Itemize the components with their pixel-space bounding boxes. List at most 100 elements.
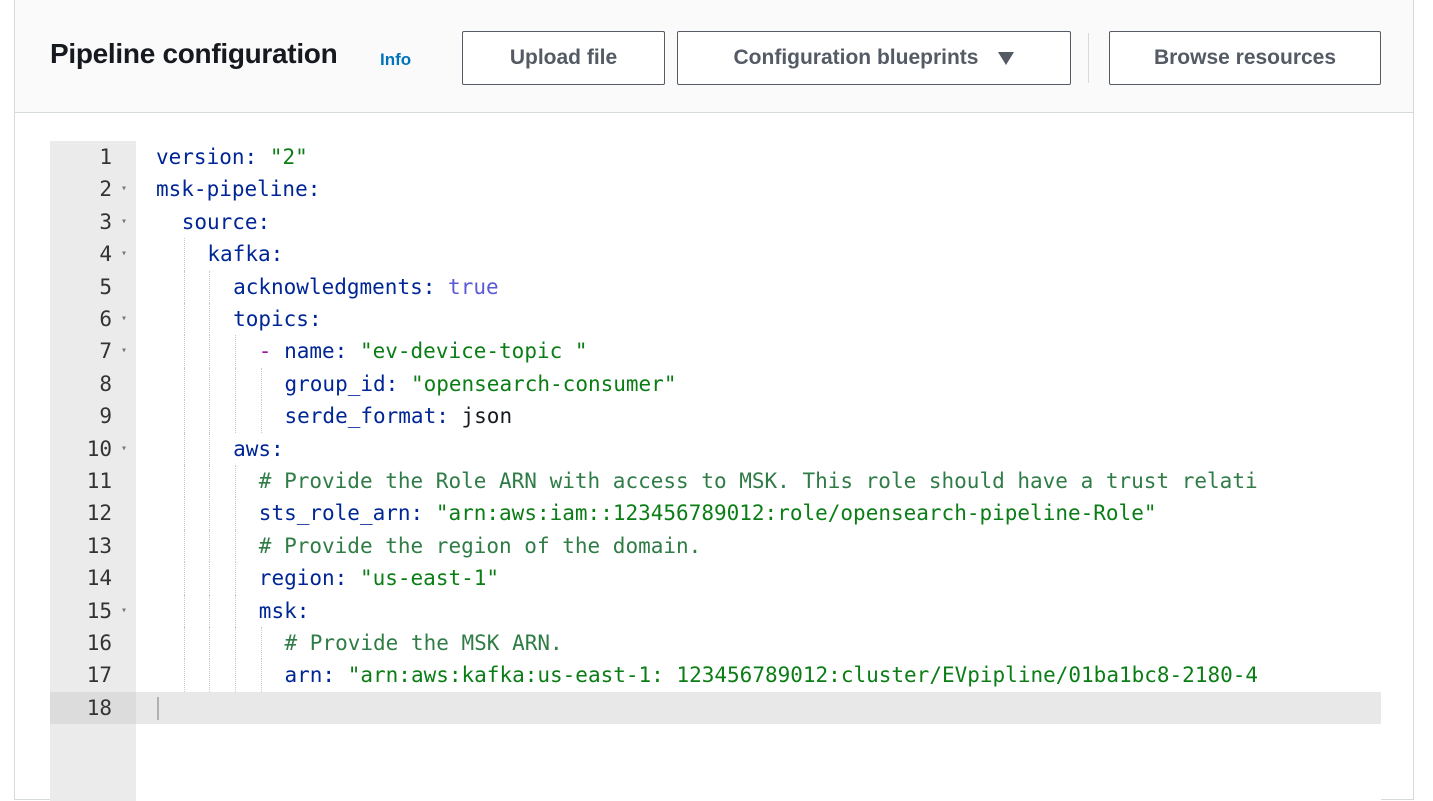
code-text: aws: (233, 433, 284, 465)
fold-toggle-icon[interactable]: ▾ (121, 206, 127, 238)
indent-guide (209, 465, 211, 498)
line-number-cell: 5 (50, 271, 136, 303)
indent-guide (183, 594, 185, 627)
indent-guide (183, 432, 185, 465)
indent-guide (209, 303, 211, 336)
code-token: "opensearch-consumer" (410, 371, 677, 396)
indent-guide (183, 335, 185, 368)
indent-guide (183, 465, 185, 498)
code-token: kafka: (207, 242, 284, 267)
indent-guide (183, 627, 185, 660)
toolbar-divider (1088, 33, 1089, 83)
code-line[interactable]: 2 ▾ msk-pipeline: (50, 173, 1381, 205)
code-token: msk: (258, 598, 310, 623)
configuration-blueprints-dropdown[interactable]: Configuration blueprints (677, 31, 1071, 85)
code-line[interactable]: 10 ▾ aws: (50, 432, 1381, 465)
code-text: msk-pipeline: (156, 173, 320, 205)
line-number: 12 (86, 501, 112, 526)
code-line[interactable]: 14 region: "us-east-1" (50, 562, 1381, 595)
browse-resources-button[interactable]: Browse resources (1109, 31, 1381, 85)
indent-guide (235, 465, 237, 498)
code-token: - (258, 339, 285, 364)
code-text: source: (182, 206, 271, 238)
line-number-cell: 2 ▾ (50, 173, 136, 205)
code-token: group_id: (284, 371, 399, 396)
line-number-cell: 12 (50, 497, 136, 529)
code-token: arn: (284, 663, 336, 688)
line-number: 3 (99, 209, 112, 234)
fold-toggle-icon[interactable]: ▾ (121, 303, 127, 335)
code-token: serde_format: (284, 404, 449, 429)
code-text: acknowledgments: true (233, 271, 499, 303)
code-token: # Provide the region of the domain. (258, 533, 702, 558)
code-line[interactable]: 9 serde_format: json (50, 400, 1381, 433)
line-number-cell: 11 (50, 465, 136, 497)
code-line[interactable]: 18 (50, 691, 1381, 725)
line-number: 9 (99, 404, 112, 429)
code-line[interactable]: 5 acknowledgments: true (50, 270, 1381, 303)
code-line[interactable]: 6 ▾ topics: (50, 303, 1381, 336)
line-number-cell: 6 ▾ (50, 303, 136, 335)
upload-file-button[interactable]: Upload file (462, 31, 665, 85)
line-number-cell: 9 (50, 400, 136, 432)
indent-guide (209, 529, 211, 563)
code-line[interactable]: 8 group_id: "opensearch-consumer" (50, 367, 1381, 401)
code-line[interactable]: 3 ▾ source: (50, 206, 1381, 238)
code-line[interactable]: 17 arn: "arn:aws:kafka:us-east-1: 1234567… (50, 659, 1381, 692)
line-number: 1 (99, 145, 112, 169)
indent-guide (209, 367, 211, 401)
fold-toggle-icon[interactable]: ▾ (121, 335, 127, 367)
line-number-cell: 14 (50, 562, 136, 594)
code-text: serde_format: json (285, 400, 513, 432)
code-token: json (448, 404, 513, 429)
code-line[interactable]: 4 ▾ kafka: (50, 238, 1381, 271)
code-line[interactable]: 16 # Provide the MSK ARN. (50, 627, 1381, 660)
fold-toggle-icon[interactable]: ▾ (121, 238, 127, 270)
indent-guide (183, 303, 185, 336)
code-token: aws: (233, 436, 284, 461)
line-number-cell: 10 ▾ (50, 433, 136, 465)
code-token: true (448, 274, 499, 299)
caret-down-icon (998, 51, 1015, 65)
pipeline-configuration-panel: Pipeline configuration Info Upload file … (14, 0, 1414, 801)
line-number-cell: 13 (50, 530, 136, 562)
indent-guide (260, 627, 262, 660)
code-editor[interactable]: 1 version: "2" 2 ▾ msk-pipeline: 3 ▾ source: 4 ▾ k… (50, 141, 1381, 801)
indent-guide (260, 659, 262, 692)
indent-guide (209, 594, 211, 627)
line-number: 11 (86, 469, 112, 493)
line-number: 13 (86, 533, 112, 558)
fold-toggle-icon[interactable]: ▾ (121, 173, 127, 205)
indent-guide (183, 367, 185, 401)
line-number: 4 (99, 242, 112, 267)
indent-guide (183, 270, 185, 303)
code-line[interactable]: 1 version: "2" (50, 141, 1381, 173)
code-line[interactable]: 7 ▾ - name: "ev-device-topic " (50, 335, 1381, 368)
fold-toggle-icon[interactable]: ▾ (121, 595, 127, 627)
code-line[interactable]: 15 ▾ msk: (50, 594, 1381, 627)
indent-guide (235, 562, 237, 595)
line-number: 17 (86, 663, 112, 688)
indent-guide (235, 400, 237, 433)
code-text: sts_role_arn: "arn:aws:iam::123456789012… (259, 497, 1157, 529)
code-token: "arn:aws:iam::123456789012:role/opensear… (435, 501, 1157, 526)
code-token: topics: (233, 307, 322, 331)
info-link[interactable]: Info (380, 50, 411, 70)
upload-file-label: Upload file (509, 46, 618, 69)
line-number: 7 (99, 339, 112, 364)
code-line[interactable]: 12 sts_role_arn: "arn:aws:iam::1234567890… (50, 497, 1381, 530)
code-line[interactable]: 13 # Provide the region of the domain. (50, 529, 1381, 563)
indent-guide (183, 659, 185, 692)
code-line[interactable]: 11 # Provide the Role ARN with access to … (50, 465, 1381, 498)
indent-guide (235, 659, 237, 692)
indent-guide (183, 562, 185, 595)
fold-toggle-icon[interactable]: ▾ (121, 433, 127, 465)
indent-guide (209, 562, 211, 595)
text-cursor (157, 696, 159, 720)
line-number-cell: 17 (50, 659, 136, 691)
line-number-cell: 1 (50, 141, 136, 173)
line-number: 14 (86, 566, 112, 591)
